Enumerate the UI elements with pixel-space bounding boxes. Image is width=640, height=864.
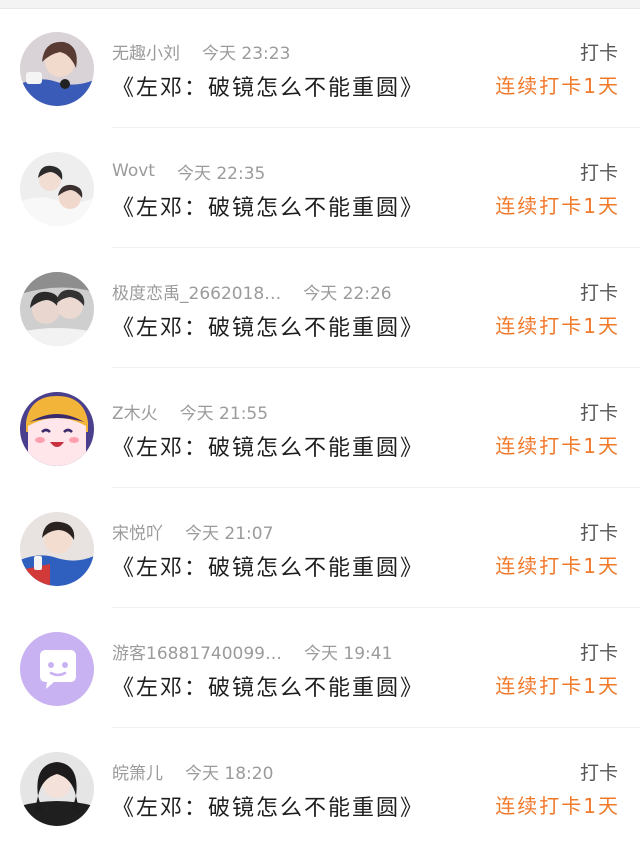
checkin-time: 今天 21:55 xyxy=(179,403,269,424)
checkin-row[interactable]: 极度恋禹_2662018… 今天 22:26 《左邓：破镜怎么不能重圆》 打卡 … xyxy=(0,248,640,368)
checkin-meta: 无趣小刘 今天 23:23 xyxy=(112,38,290,64)
avatar[interactable] xyxy=(20,392,94,466)
book-title[interactable]: 《左邓：破镜怎么不能重圆》 xyxy=(112,430,424,462)
avatar[interactable] xyxy=(20,32,94,106)
avatar[interactable] xyxy=(20,752,94,826)
checkin-row[interactable]: Z木火 今天 21:55 《左邓：破镜怎么不能重圆》 打卡 连续打卡1天 xyxy=(0,368,640,488)
checkin-action-label: 打卡 xyxy=(579,42,618,64)
checkin-row[interactable]: 无趣小刘 今天 23:23 《左邓：破镜怎么不能重圆》 打卡 连续打卡1天 xyxy=(0,8,640,128)
user-photo-icon xyxy=(20,32,94,106)
checkin-action-label: 打卡 xyxy=(579,282,618,304)
checkin-row[interactable]: 游客16881740099… 今天 19:41 《左邓：破镜怎么不能重圆》 打卡… xyxy=(0,608,640,728)
book-title[interactable]: 《左邓：破镜怎么不能重圆》 xyxy=(112,790,424,822)
checkin-meta: Wovt 今天 22:35 xyxy=(112,158,265,184)
username[interactable]: Wovt xyxy=(112,161,155,181)
checkin-time: 今天 22:26 xyxy=(303,283,392,304)
avatar[interactable] xyxy=(20,152,94,226)
checkin-time: 今天 23:23 xyxy=(202,43,291,64)
streak-label: 连续打卡1天 xyxy=(495,674,620,698)
checkin-action-label: 打卡 xyxy=(579,162,618,184)
checkin-meta: Z木火 今天 21:55 xyxy=(112,398,268,424)
checkin-action-label: 打卡 xyxy=(579,642,618,664)
checkin-row[interactable]: 皖箫儿 今天 18:20 《左邓：破镜怎么不能重圆》 打卡 连续打卡1天 xyxy=(0,728,640,848)
checkin-action-label: 打卡 xyxy=(579,402,618,424)
avatar[interactable] xyxy=(20,272,94,346)
checkin-action-label: 打卡 xyxy=(579,522,618,544)
checkin-time: 今天 19:41 xyxy=(303,643,393,664)
checkin-time: 今天 22:35 xyxy=(176,163,266,184)
streak-label: 连续打卡1天 xyxy=(495,194,620,218)
username[interactable]: 皖箫儿 xyxy=(112,759,163,784)
checkin-meta: 宋悦吖 今天 21:07 xyxy=(112,518,273,544)
checkin-meta: 极度恋禹_2662018… 今天 22:26 xyxy=(112,278,392,304)
avatar[interactable] xyxy=(20,632,94,706)
username[interactable]: 宋悦吖 xyxy=(112,519,163,544)
checkin-row[interactable]: Wovt 今天 22:35 《左邓：破镜怎么不能重圆》 打卡 连续打卡1天 xyxy=(0,128,640,248)
checkin-time: 今天 21:07 xyxy=(185,523,274,544)
streak-label: 连续打卡1天 xyxy=(495,74,620,98)
user-photo-icon xyxy=(20,272,94,346)
book-title[interactable]: 《左邓：破镜怎么不能重圆》 xyxy=(112,310,424,342)
user-photo-icon xyxy=(20,152,94,226)
book-title[interactable]: 《左邓：破镜怎么不能重圆》 xyxy=(112,670,424,702)
username[interactable]: 游客16881740099… xyxy=(112,639,282,664)
streak-label: 连续打卡1天 xyxy=(495,434,620,458)
checkin-meta: 皖箫儿 今天 18:20 xyxy=(112,758,273,784)
user-photo-icon xyxy=(20,512,94,586)
username[interactable]: Z木火 xyxy=(112,399,158,424)
streak-label: 连续打卡1天 xyxy=(495,314,620,338)
streak-label: 连续打卡1天 xyxy=(495,794,620,818)
username[interactable]: 极度恋禹_2662018… xyxy=(112,279,281,304)
checkin-list: 无趣小刘 今天 23:23 《左邓：破镜怎么不能重圆》 打卡 连续打卡1天 Wo… xyxy=(0,8,640,848)
checkin-time: 今天 18:20 xyxy=(185,763,274,784)
cartoon-avatar-icon xyxy=(20,392,94,466)
book-title[interactable]: 《左邓：破镜怎么不能重圆》 xyxy=(112,190,424,222)
avatar[interactable] xyxy=(20,512,94,586)
book-title[interactable]: 《左邓：破镜怎么不能重圆》 xyxy=(112,70,424,102)
default-chat-avatar-icon xyxy=(20,632,94,706)
book-title[interactable]: 《左邓：破镜怎么不能重圆》 xyxy=(112,550,424,582)
checkin-action-label: 打卡 xyxy=(579,762,618,784)
username[interactable]: 无趣小刘 xyxy=(112,39,180,64)
streak-label: 连续打卡1天 xyxy=(495,554,620,578)
checkin-row[interactable]: 宋悦吖 今天 21:07 《左邓：破镜怎么不能重圆》 打卡 连续打卡1天 xyxy=(0,488,640,608)
user-photo-icon xyxy=(20,752,94,826)
checkin-meta: 游客16881740099… 今天 19:41 xyxy=(112,638,392,664)
